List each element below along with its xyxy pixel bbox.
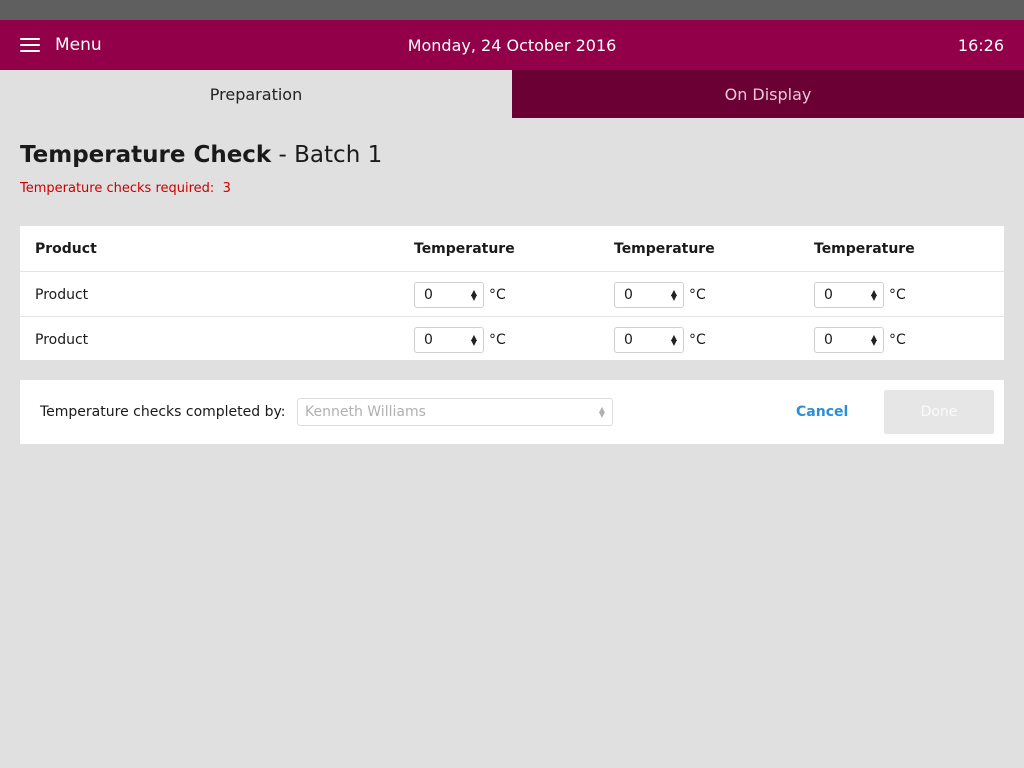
spinner-arrows-icon: ▲ ▼ [670,332,677,347]
spinner-arrows-icon: ▲ ▼ [870,332,877,347]
table-row: Product 0 ▲ ▼ °C 0 ▲ ▼ °C 0 ▲ ▼ °C [20,316,1004,362]
temperature-value: 0 [824,286,833,303]
temperature-cell: 0 ▲ ▼ °C [614,317,706,362]
completed-by-label: Temperature checks completed by: [40,404,286,420]
table-header-row: Product Temperature Temperature Temperat… [20,226,1004,271]
temperature-cell: 0 ▲ ▼ °C [814,317,906,362]
temperature-value: 0 [424,331,433,348]
unit-label: °C [689,331,706,348]
cancel-button[interactable]: Cancel [796,380,848,444]
temperature-stepper[interactable]: 0 ▲ ▼ [814,281,884,308]
temperature-stepper[interactable]: 0 ▲ ▼ [614,326,684,353]
temperature-stepper[interactable]: 0 ▲ ▼ [614,281,684,308]
device-status-bar [0,0,1024,20]
product-name: Product [35,331,89,348]
spinner-arrows-icon: ▲ ▼ [470,287,477,302]
page-title-separator: - [271,142,295,168]
header-date: Monday, 24 October 2016 [407,35,617,55]
temperature-cell: 0 ▲ ▼ °C [614,272,706,317]
completed-by-select[interactable]: Kenneth Williams ▲ ▼ [297,398,613,426]
temperature-table: Product Temperature Temperature Temperat… [20,226,1004,360]
tab-preparation[interactable]: Preparation [0,70,512,118]
spinner-arrows-icon: ▲ ▼ [670,287,677,302]
column-header-product: Product [35,240,97,257]
temperature-value: 0 [824,331,833,348]
menu-label: Menu [55,35,102,55]
temperature-cell: 0 ▲ ▼ °C [414,272,506,317]
unit-label: °C [889,286,906,303]
tab-on-display[interactable]: On Display [512,70,1024,118]
temperature-cell: 0 ▲ ▼ °C [414,317,506,362]
hamburger-icon [20,38,40,52]
checks-required-count: 3 [222,181,231,196]
spinner-arrows-icon: ▲ ▼ [470,332,477,347]
select-arrows-icon: ▲ ▼ [598,405,605,419]
app-header: Menu Monday, 24 October 2016 16:26 [0,20,1024,70]
unit-label: °C [689,286,706,303]
product-name: Product [35,286,89,303]
column-header-temperature: Temperature [814,240,915,257]
temperature-value: 0 [424,286,433,303]
page-title-batch: Batch 1 [294,142,383,168]
unit-label: °C [889,331,906,348]
page-title: Temperature Check - Batch 1 [20,142,382,168]
temperature-stepper[interactable]: 0 ▲ ▼ [414,326,484,353]
checks-required-label: Temperature checks required: [20,181,215,196]
checks-required-notice: Temperature checks required: 3 [20,181,231,196]
unit-label: °C [489,331,506,348]
temperature-value: 0 [624,331,633,348]
temperature-value: 0 [624,286,633,303]
column-header-temperature: Temperature [414,240,515,257]
completed-by-value: Kenneth Williams [305,404,426,420]
temperature-stepper[interactable]: 0 ▲ ▼ [814,326,884,353]
table-row: Product 0 ▲ ▼ °C 0 ▲ ▼ °C 0 ▲ ▼ °C [20,271,1004,317]
spinner-arrows-icon: ▲ ▼ [870,287,877,302]
menu-button[interactable]: Menu [20,35,102,55]
temperature-cell: 0 ▲ ▼ °C [814,272,906,317]
temperature-stepper[interactable]: 0 ▲ ▼ [414,281,484,308]
unit-label: °C [489,286,506,303]
page-title-main: Temperature Check [20,142,272,168]
header-time: 16:26 [957,35,1004,55]
tab-bar: Preparation On Display [0,70,1024,118]
completion-panel: Temperature checks completed by: Kenneth… [20,380,1004,444]
done-button[interactable]: Done [884,390,994,434]
column-header-temperature: Temperature [614,240,715,257]
